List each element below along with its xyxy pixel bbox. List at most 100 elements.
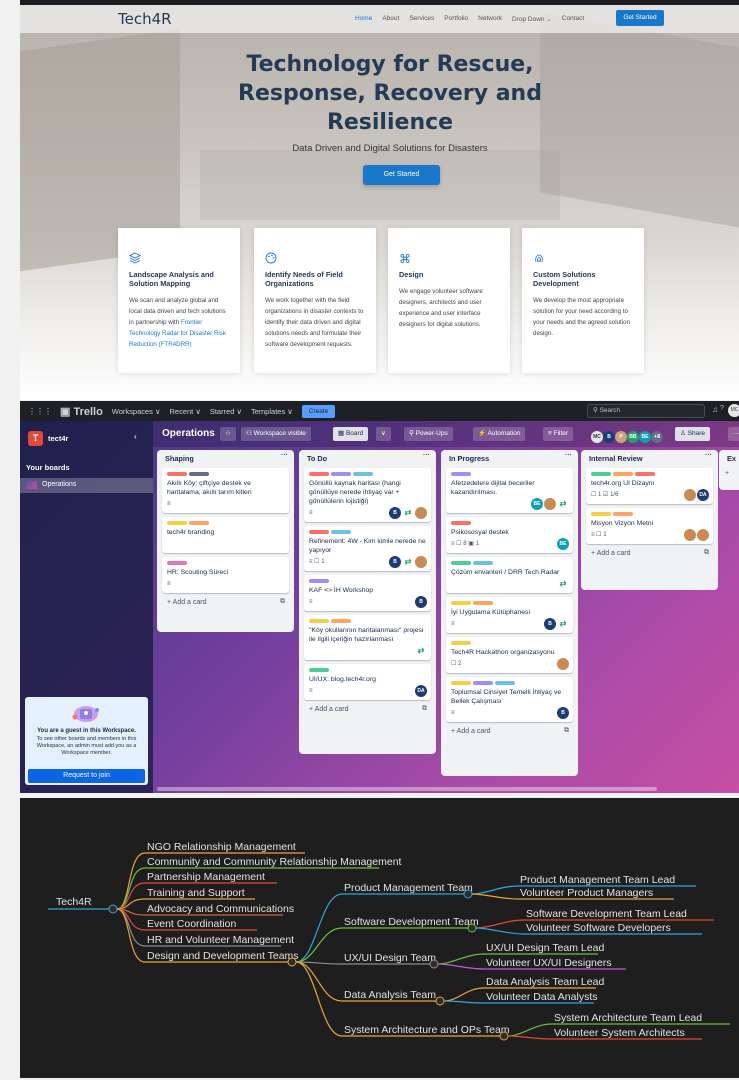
menu-templates[interactable]: Templates ∨ <box>251 407 293 416</box>
add-card-button[interactable]: + Add a card ⧉ <box>157 593 294 611</box>
member-photo-avatar[interactable] <box>697 529 709 541</box>
member-avatar[interactable]: B <box>557 707 569 719</box>
board-horizontal-scrollbar[interactable] <box>157 787 657 791</box>
card[interactable]: Toplumsal Cinsiyet Temelli İhtiyaç ve Be… <box>446 677 573 722</box>
request-to-join-button[interactable]: Request to join <box>28 769 145 783</box>
card-label[interactable] <box>331 472 351 476</box>
view-dropdown-icon[interactable]: ∨ <box>376 427 391 441</box>
create-button[interactable]: Create <box>301 404 336 418</box>
board-title[interactable]: Operations <box>162 428 215 439</box>
card[interactable]: HR: Scouting Süreci ≡ <box>162 557 289 593</box>
card[interactable]: KAF <> İH Workshop ≡ B <box>304 575 431 611</box>
board-members[interactable]: MC B P BB BE +8 <box>591 428 663 446</box>
member-photo-avatar[interactable] <box>415 507 427 519</box>
card[interactable]: Refinement: 4W - Kim kimle nerede ne yap… <box>304 526 431 571</box>
member-photo-avatar[interactable] <box>684 489 696 501</box>
card-label[interactable] <box>451 641 471 645</box>
nav-get-started-button[interactable]: Get Started <box>616 10 664 26</box>
card-label[interactable] <box>613 512 633 516</box>
nav-network[interactable]: Network <box>478 15 502 23</box>
add-card-button[interactable]: + Add a card ⧉ <box>441 722 578 740</box>
card-label[interactable] <box>451 681 471 685</box>
add-card-button[interactable]: + Add a card ⧉ <box>299 700 436 718</box>
card-label[interactable] <box>189 521 209 525</box>
card-label[interactable] <box>635 472 655 476</box>
nav-services[interactable]: Services <box>409 15 434 23</box>
member-avatar[interactable]: DA <box>415 685 427 697</box>
card-label[interactable] <box>473 601 493 605</box>
member-avatar[interactable]: BB <box>627 430 639 443</box>
card-template-icon[interactable]: ⧉ <box>280 598 285 606</box>
card[interactable]: Tech4R Hackathon organizasyonu ☐ 2 <box>446 637 573 673</box>
card-label[interactable] <box>167 472 187 476</box>
card[interactable]: Psikososyal destek ≡ ☐ 8 ▣ 1 BE <box>446 517 573 553</box>
list-title[interactable]: Shaping ··· <box>157 450 294 464</box>
card-label[interactable] <box>309 472 329 476</box>
trello-logo[interactable]: ▣ Trello <box>60 405 103 418</box>
sidebar-item-operations[interactable]: Operations <box>20 478 153 493</box>
card-label[interactable] <box>353 472 373 476</box>
share-button[interactable]: ♙ Share <box>675 427 710 441</box>
card-template-icon[interactable]: ⧉ <box>422 705 427 713</box>
card-label[interactable] <box>331 619 351 623</box>
member-photo-avatar[interactable] <box>544 498 556 510</box>
card[interactable]: tech4r branding <box>162 517 289 553</box>
visibility-button[interactable]: ⚇ Workspace visible <box>241 427 311 441</box>
card[interactable]: Akıllı Köy: çiftçiye destek ve haritalam… <box>162 468 289 513</box>
member-avatar[interactable]: B <box>389 507 401 519</box>
card[interactable]: Misyon Vizyon Metni ≡ ☐ 1 <box>586 508 713 544</box>
app-switcher-icon[interactable]: ⋮⋮⋮ <box>28 407 52 416</box>
nav-about[interactable]: About <box>382 15 399 23</box>
card-label[interactable] <box>591 472 611 476</box>
card[interactable]: tech4r.org UI Dizaynı ☐ 1 ☑ 1/6 DA <box>586 468 713 504</box>
card-label[interactable] <box>473 681 493 685</box>
card-label[interactable] <box>451 561 471 565</box>
menu-starred[interactable]: Starred ∨ <box>210 407 242 416</box>
account-avatar[interactable]: MC <box>728 404 739 417</box>
card-label[interactable] <box>309 668 329 672</box>
member-avatar[interactable]: P <box>615 430 627 443</box>
card-template-icon[interactable]: ⧉ <box>564 727 569 735</box>
workspace-name[interactable]: tect4r <box>48 434 68 443</box>
card[interactable]: "Köy okullarının haritalanması" projesi … <box>304 615 431 660</box>
card-label[interactable] <box>189 472 209 476</box>
board-view-button[interactable]: ▦ Board <box>333 427 369 441</box>
automation-button[interactable]: ⚡ Automation <box>473 427 526 441</box>
list-title[interactable]: In Progress ··· <box>441 450 578 464</box>
more-members-count[interactable]: +8 <box>651 430 663 443</box>
card-label[interactable] <box>331 530 351 534</box>
card[interactable]: UI/UX: blog.tech4r.org ≡ DA <box>304 664 431 700</box>
add-card-button[interactable]: + Add a card ⧉ <box>581 544 718 562</box>
card[interactable]: İyi Uygulama Kütüphanesi ≡ B ⇄ <box>446 597 573 633</box>
star-board-icon[interactable]: ☆ <box>220 427 236 441</box>
menu-workspaces[interactable]: Workspaces ∨ <box>112 407 161 416</box>
list-title[interactable]: Internal Review ··· <box>581 450 718 464</box>
member-avatar[interactable]: BE <box>557 538 569 550</box>
hero-get-started-button[interactable]: Get Started <box>363 165 440 185</box>
card-label[interactable] <box>309 530 329 534</box>
search-input[interactable]: ⚲ Search <box>587 404 705 418</box>
menu-recent[interactable]: Recent ∨ <box>170 407 201 416</box>
member-avatar[interactable]: B <box>415 596 427 608</box>
card[interactable]: Çözüm envanteri / DRR Tech Radar ⇄ <box>446 557 573 593</box>
card-label[interactable] <box>451 472 471 476</box>
notification-icon[interactable]: ♫ <box>712 405 718 414</box>
member-avatar[interactable]: B <box>389 556 401 568</box>
list-menu-icon[interactable]: ··· <box>565 452 572 459</box>
list-menu-icon[interactable]: ··· <box>423 452 430 459</box>
member-avatar[interactable]: BE <box>639 430 651 443</box>
help-icon[interactable]: ? <box>720 405 724 412</box>
board-menu-icon[interactable]: ··· <box>728 427 739 441</box>
card-label[interactable] <box>167 561 187 565</box>
powerups-button[interactable]: ⚲ Power-Ups <box>404 427 453 441</box>
member-photo-avatar[interactable] <box>684 529 696 541</box>
filter-button[interactable]: ≡ Filter <box>543 427 574 441</box>
list-menu-icon[interactable]: ··· <box>281 452 288 459</box>
card-label[interactable] <box>473 561 493 565</box>
add-card-button[interactable]: + <box>719 464 739 482</box>
card-label[interactable] <box>451 601 471 605</box>
card-label[interactable] <box>591 512 611 516</box>
nav-contact[interactable]: Contact <box>562 15 584 23</box>
member-avatar[interactable]: MC <box>591 430 603 443</box>
card-label[interactable] <box>309 619 329 623</box>
